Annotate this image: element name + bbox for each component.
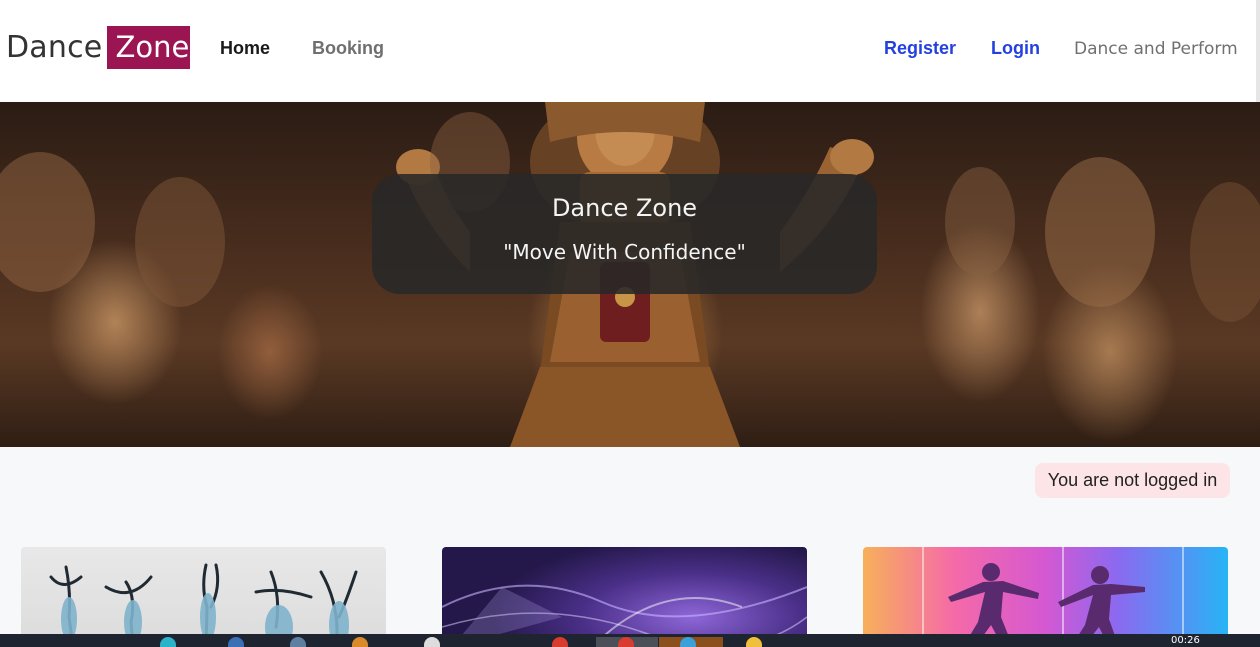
navbar-tagline: Dance and Perform bbox=[1074, 39, 1238, 59]
taskbar-app-icon[interactable] bbox=[228, 637, 244, 647]
taskbar-app-icon[interactable] bbox=[618, 637, 634, 647]
brand-dance-text: Dance bbox=[6, 30, 103, 65]
taskbar-app-icon[interactable] bbox=[352, 637, 368, 647]
card-purple-smoke[interactable] bbox=[442, 547, 807, 647]
hero-subtitle: "Move With Confidence" bbox=[503, 240, 746, 264]
login-link[interactable]: Login bbox=[991, 38, 1040, 59]
navbar: Dance Zone Home Booking Register Login D… bbox=[0, 0, 1256, 102]
taskbar-app-icon[interactable] bbox=[680, 637, 696, 647]
brand-logo[interactable]: Dance Zone bbox=[6, 26, 191, 69]
hero-banner: Dance Zone "Move With Confidence" bbox=[0, 102, 1260, 447]
taskbar-app-icon[interactable] bbox=[290, 637, 306, 647]
neon-dancers-image bbox=[922, 547, 1184, 647]
card-neon-dancers[interactable] bbox=[863, 547, 1228, 647]
scrollbar-track[interactable] bbox=[1256, 0, 1260, 102]
page: Dance Zone Home Booking Register Login D… bbox=[0, 0, 1260, 647]
nav-home-link[interactable]: Home bbox=[220, 38, 270, 59]
taskbar-app-icon[interactable] bbox=[746, 637, 762, 647]
hero-title: Dance Zone bbox=[551, 194, 698, 222]
login-status-badge: You are not logged in bbox=[1035, 463, 1230, 498]
register-link[interactable]: Register bbox=[884, 38, 956, 59]
nav-booking-link[interactable]: Booking bbox=[312, 38, 384, 59]
hero-caption-box: Dance Zone "Move With Confidence" bbox=[372, 174, 877, 294]
taskbar-app-icon[interactable] bbox=[424, 637, 440, 647]
dancer-silhouettes-image bbox=[49, 563, 358, 647]
account-nav: Register Login Dance and Perform bbox=[884, 38, 1238, 59]
card-dancer-silhouettes[interactable] bbox=[21, 547, 386, 647]
taskbar-app-icon[interactable] bbox=[160, 637, 176, 647]
purple-smoke-image bbox=[442, 584, 807, 647]
brand-zone-text: Zone bbox=[107, 26, 191, 69]
os-taskbar: 00:26 bbox=[0, 634, 1260, 647]
primary-nav: Home Booking bbox=[220, 38, 384, 59]
taskbar-clock[interactable]: 00:26 bbox=[1171, 635, 1200, 646]
taskbar-app-icon[interactable] bbox=[552, 637, 568, 647]
